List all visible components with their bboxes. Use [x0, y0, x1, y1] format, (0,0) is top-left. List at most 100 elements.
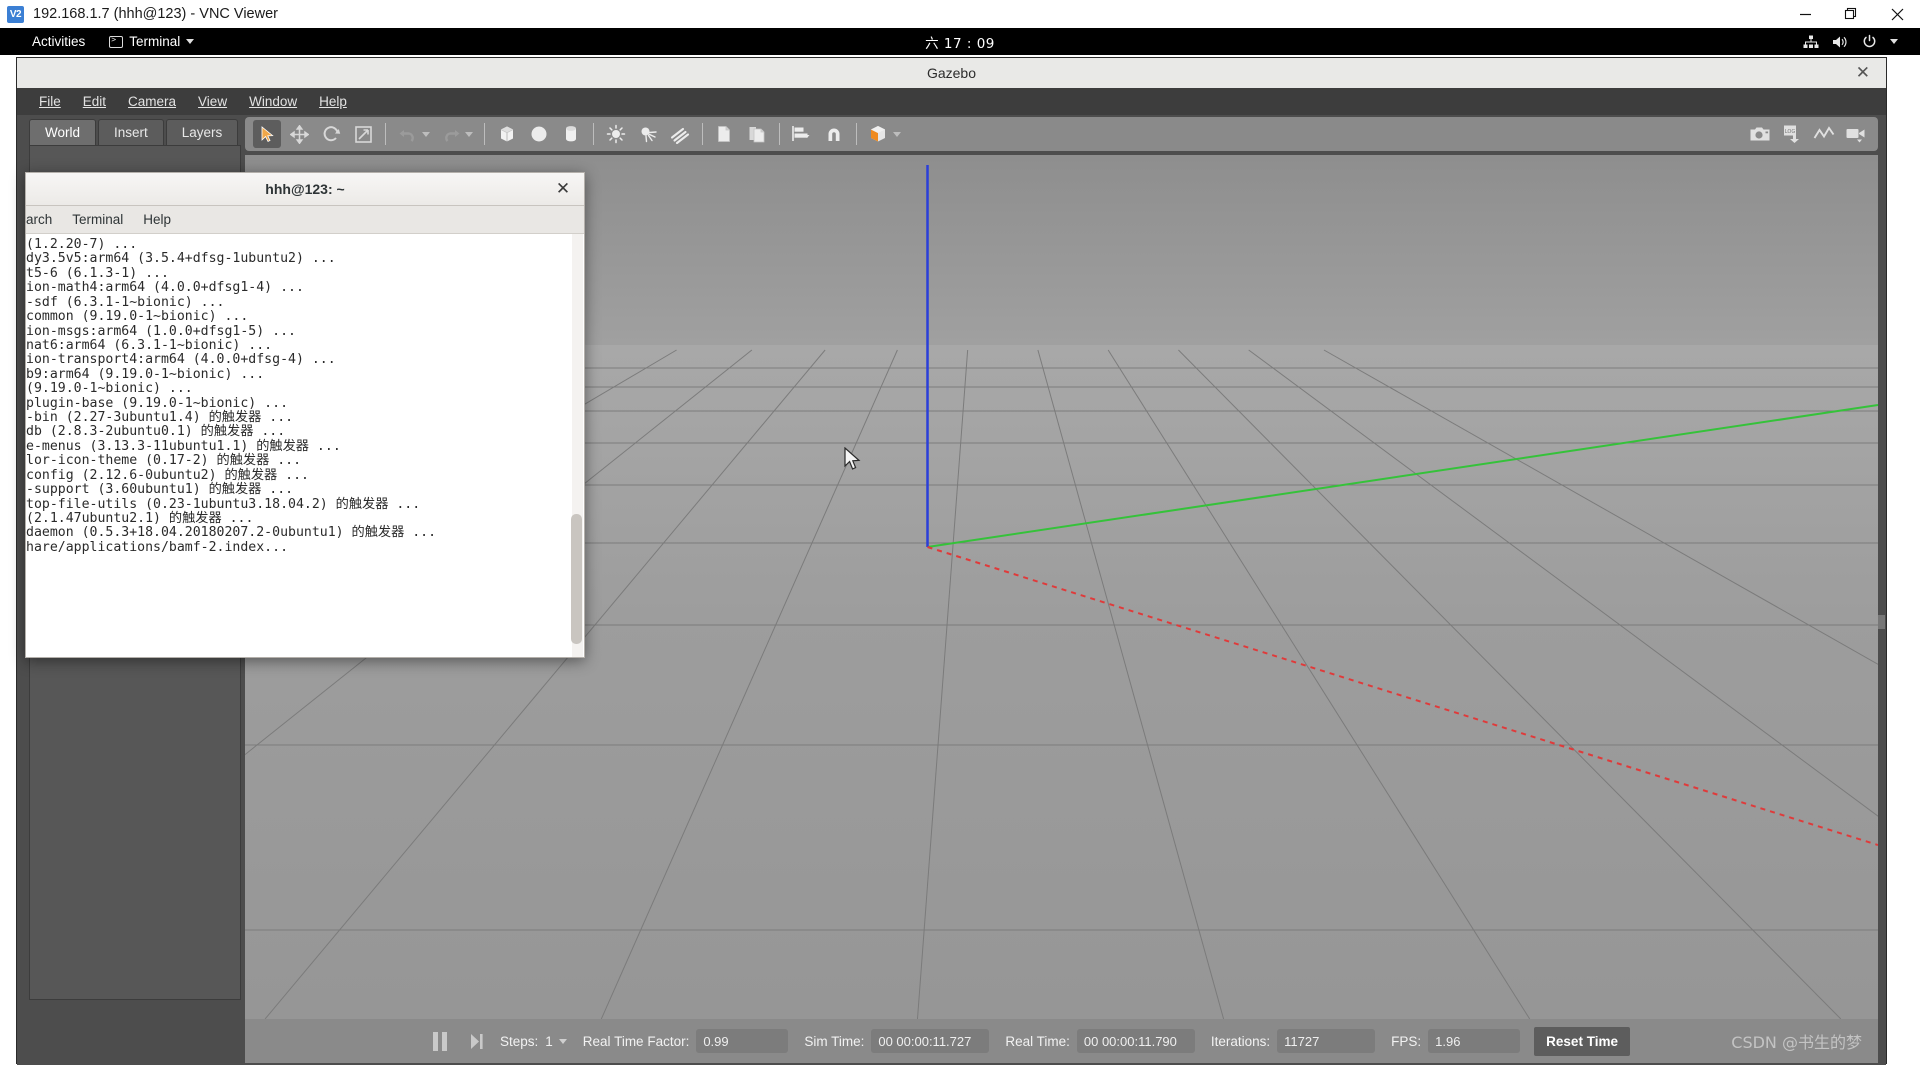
vnc-viewer-window: V2 192.168.1.7 (hhh@123) - VNC Viewer Ac…: [0, 0, 1920, 1080]
real-time-factor-value: 0.99: [696, 1029, 789, 1053]
terminal-line: t5-6 (6.1.3-1) ...: [26, 265, 169, 281]
network-icon: [1803, 35, 1819, 49]
toolbar-separator: [779, 123, 780, 145]
chevron-down-icon: [186, 39, 195, 44]
minimize-icon[interactable]: [1782, 0, 1828, 28]
vnc-window-controls: [1782, 0, 1920, 28]
menu-camera[interactable]: Camera: [128, 94, 176, 109]
terminal-line: lor-icon-theme (0.17-2) 的触发器 ...: [26, 453, 302, 469]
terminal-line: b9:arm64 (9.19.0-1~bionic) ...: [26, 366, 265, 382]
real-time-value: 00 00:00:11.790: [1076, 1029, 1195, 1053]
menu-view[interactable]: View: [198, 94, 227, 109]
scale-icon[interactable]: [349, 120, 377, 148]
chevron-down-icon[interactable]: [558, 1038, 567, 1044]
close-icon[interactable]: ✕: [1850, 58, 1876, 88]
menu-help[interactable]: Help: [319, 94, 347, 109]
real-time-factor-field: Real Time Factor: 0.99: [583, 1029, 789, 1053]
translate-icon[interactable]: [285, 120, 313, 148]
menu-file[interactable]: File: [39, 94, 61, 109]
terminal-scrollbar-thumb[interactable]: [571, 514, 582, 644]
reset-time-button[interactable]: Reset Time: [1534, 1026, 1630, 1056]
redo-dropdown-caret-icon[interactable]: [465, 131, 473, 137]
close-icon[interactable]: ✕: [550, 173, 576, 205]
screenshot-camera-icon[interactable]: [1746, 120, 1774, 148]
menu-search[interactable]: arch: [26, 212, 52, 227]
step-forward-icon: [471, 1033, 483, 1049]
redo-icon[interactable]: [437, 120, 465, 148]
align-icon[interactable]: [788, 120, 816, 148]
view-angle-dropdown-caret-icon[interactable]: [893, 131, 901, 137]
gnome-top-bar: Activities Terminal 六 17 : 09: [0, 28, 1920, 55]
terminal-lines: (1.2.20-7) ... dy3.5v5:arm64 (3.5.4+dfsg-…: [26, 237, 584, 555]
rotate-icon[interactable]: [317, 120, 345, 148]
tab-world[interactable]: World: [29, 119, 97, 145]
video-record-icon[interactable]: [1842, 120, 1870, 148]
copy-icon[interactable]: [711, 120, 739, 148]
terminal-line: -sdf (6.3.1-1~bionic) ...: [26, 294, 225, 310]
pause-button[interactable]: [433, 1031, 447, 1051]
activities-button[interactable]: Activities: [32, 34, 85, 49]
gazebo-status-bar: Steps: 1 Real Time Factor: 0.99 Sim Time…: [245, 1019, 1878, 1063]
cylinder-icon[interactable]: [557, 120, 585, 148]
chevron-down-icon: [1890, 39, 1898, 44]
box-icon[interactable]: [493, 120, 521, 148]
terminal-line: top-file-utils (0.23-1ubuntu3.18.04.2) 的…: [26, 496, 421, 512]
terminal-output[interactable]: (1.2.20-7) ... dy3.5v5:arm64 (3.5.4+dfsg-…: [26, 234, 584, 657]
app-indicator-terminal[interactable]: Terminal: [109, 34, 195, 49]
menu-edit[interactable]: Edit: [83, 94, 106, 109]
steps-label: Steps:: [500, 1033, 539, 1049]
terminal-icon: [109, 35, 124, 48]
menu-terminal[interactable]: Terminal: [72, 212, 123, 227]
tab-layers[interactable]: Layers: [165, 119, 239, 145]
menu-help[interactable]: Help: [143, 212, 171, 227]
plot-icon[interactable]: [1810, 120, 1838, 148]
terminal-menubar: arch Terminal Help: [26, 206, 584, 234]
steps-control[interactable]: Steps: 1: [500, 1034, 567, 1049]
sphere-icon[interactable]: [525, 120, 553, 148]
point-light-icon[interactable]: [602, 120, 630, 148]
maximize-restore-icon[interactable]: [1828, 0, 1874, 28]
terminal-line: -support (3.60ubuntu1) 的触发器 ...: [26, 482, 294, 498]
select-arrow-icon[interactable]: [253, 120, 281, 148]
snap-icon[interactable]: [820, 120, 848, 148]
spot-light-icon[interactable]: [634, 120, 662, 148]
clock[interactable]: 六 17 : 09: [880, 32, 1040, 52]
paste-icon[interactable]: [743, 120, 771, 148]
directional-light-icon[interactable]: [666, 120, 694, 148]
toolbar-separator: [484, 123, 485, 145]
tab-insert[interactable]: Insert: [98, 119, 164, 145]
gazebo-titlebar: Gazebo ✕: [17, 58, 1886, 88]
real-time-factor-label: Real Time Factor:: [582, 1033, 690, 1049]
terminal-line: dy3.5v5:arm64 (3.5.4+dfsg-1ubuntu2) ...: [26, 251, 336, 267]
terminal-scrollbar-track[interactable]: [571, 234, 583, 657]
pause-icon: [433, 1031, 438, 1051]
vnc-logo-icon: V2: [7, 5, 24, 23]
terminal-line: (9.19.0-1~bionic) ...: [26, 381, 193, 397]
iterations-value: 11727: [1277, 1029, 1376, 1053]
svg-text:LOG: LOG: [1785, 129, 1796, 135]
terminal-line: ion-math4:arm64 (4.0.0+dfsg1-4) ...: [26, 280, 304, 296]
gazebo-left-panel-tabs: World Insert Layers: [29, 119, 240, 145]
gazebo-menubar: File Edit Camera View Window Help: [17, 88, 1886, 115]
gazebo-toolbar: LOG: [245, 117, 1878, 151]
undo-icon[interactable]: [394, 120, 422, 148]
terminal-line: ion-transport4:arm64 (4.0.0+dfsg-4) ...: [26, 352, 336, 368]
menu-window[interactable]: Window: [249, 94, 297, 109]
volume-icon: [1832, 35, 1849, 49]
sim-time-label: Sim Time:: [804, 1033, 865, 1049]
toolbar-separator: [702, 123, 703, 145]
toolbar-separator: [385, 123, 386, 145]
terminal-window[interactable]: hhh@123: ~ ✕ arch Terminal Help (1.2.20-…: [25, 172, 585, 658]
log-download-icon[interactable]: LOG: [1778, 120, 1806, 148]
iterations-label: Iterations:: [1210, 1033, 1271, 1049]
system-status-area[interactable]: [1803, 34, 1898, 49]
step-forward-button[interactable]: [469, 1032, 484, 1051]
mouse-cursor: [844, 447, 861, 470]
terminal-line: nat6:arm64 (6.3.1-1~bionic) ...: [26, 337, 273, 353]
undo-dropdown-caret-icon[interactable]: [422, 131, 430, 137]
terminal-line: common (9.19.0-1~bionic) ...: [26, 309, 249, 325]
view-angle-cube-icon[interactable]: [865, 120, 893, 148]
close-icon[interactable]: [1874, 0, 1920, 28]
viewport-scroll-nub[interactable]: [1878, 615, 1885, 629]
real-time-field: Real Time: 00 00:00:11.790: [1005, 1029, 1195, 1053]
